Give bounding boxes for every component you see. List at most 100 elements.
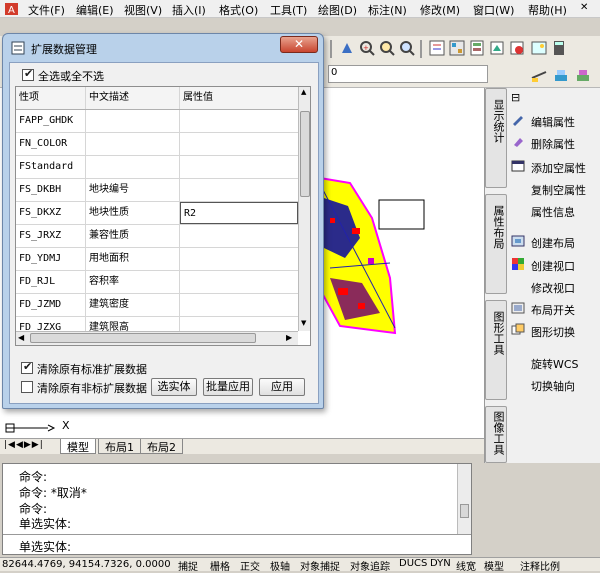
row-value[interactable] bbox=[180, 133, 298, 155]
dialog-title: 扩展数据管理 bbox=[31, 43, 97, 56]
clear-standard-checkbox[interactable]: ✔ bbox=[21, 360, 33, 374]
panel-collapse-icon[interactable]: ⊟ bbox=[511, 91, 520, 104]
column-header-key[interactable]: 性项 bbox=[16, 87, 86, 109]
table-row[interactable]: FD_JZMD 建筑密度 bbox=[16, 294, 298, 317]
command-scrollbar[interactable] bbox=[457, 464, 471, 534]
eraser-icon bbox=[514, 138, 523, 147]
grid-header-row: 性项 中文描述 属性值 bbox=[16, 87, 298, 110]
app-icon[interactable]: A bbox=[4, 2, 19, 16]
tab-model[interactable]: 模型 bbox=[60, 439, 96, 454]
status-dyn[interactable]: DYN bbox=[430, 558, 451, 569]
mdi-close-icon[interactable]: ✕ bbox=[580, 2, 588, 13]
table-row[interactable]: FD_YDMJ 用地面积 bbox=[16, 248, 298, 271]
row-value[interactable] bbox=[180, 225, 298, 247]
menu-insert[interactable]: 插入(I) bbox=[172, 2, 206, 18]
menu-bar: A 文件(F) 编辑(E) 视图(V) 插入(I) 格式(O) 工具(T) 绘图… bbox=[0, 0, 600, 18]
tab-nav-arrows-icon[interactable]: |◀◀▶▶| bbox=[4, 440, 44, 450]
table-row[interactable]: FStandard bbox=[16, 156, 298, 179]
zoom-previous-icon[interactable] bbox=[398, 39, 416, 57]
batch-apply-button[interactable]: 批量应用 bbox=[203, 378, 253, 396]
design-center-icon[interactable] bbox=[448, 39, 466, 57]
ucs-icon bbox=[5, 423, 56, 433]
attribute-grid[interactable]: 性项 中文描述 属性值 FAPP_GHDK FN_COLOR FStandard… bbox=[15, 86, 311, 346]
menu-help[interactable]: 帮助(H) bbox=[528, 2, 567, 18]
sheet-set-icon[interactable] bbox=[488, 39, 506, 57]
row-key: FD_JZMD bbox=[16, 294, 86, 316]
dropdown-arrow-icon: 0 bbox=[331, 67, 338, 78]
row-value[interactable] bbox=[180, 248, 298, 270]
extended-data-dialog: 扩展数据管理 ✕ ✔ 全选或全不选 性项 中文描述 属性值 FAPP_GHDK … bbox=[2, 33, 324, 409]
grid-horizontal-scrollbar[interactable]: ◀ ▶ bbox=[16, 331, 298, 345]
row-description: 兼容性质 bbox=[86, 225, 180, 247]
properties-icon[interactable] bbox=[428, 39, 446, 57]
table-row[interactable]: FS_JRXZ 兼容性质 bbox=[16, 225, 298, 248]
tab-layout1[interactable]: 布局1 bbox=[98, 439, 141, 454]
clear-nonstandard-checkbox[interactable] bbox=[21, 381, 33, 393]
tool-palettes-icon[interactable] bbox=[468, 39, 486, 57]
scroll-left-icon[interactable]: ◀ bbox=[18, 333, 24, 342]
layer-previous-icon[interactable] bbox=[552, 66, 570, 84]
scroll-down-icon[interactable]: ▼ bbox=[301, 319, 306, 327]
grid-vertical-scrollbar[interactable]: ▲ ▼ bbox=[298, 87, 310, 331]
command-window[interactable]: 命令: 命令: *取消* 命令: 单选实体: 单选实体: bbox=[2, 463, 472, 555]
dialog-titlebar[interactable]: 扩展数据管理 ✕ bbox=[3, 34, 323, 60]
selection-box bbox=[378, 199, 425, 230]
layer-states-icon[interactable] bbox=[574, 66, 592, 84]
menu-modify[interactable]: 修改(M) bbox=[420, 2, 460, 18]
command-history-line: 命令: bbox=[19, 470, 48, 484]
table-row[interactable]: FD_RJL 容积率 bbox=[16, 271, 298, 294]
menu-view[interactable]: 视图(V) bbox=[124, 2, 162, 18]
menu-file[interactable]: 文件(F) bbox=[28, 2, 65, 18]
command-prompt[interactable]: 单选实体: bbox=[19, 538, 71, 555]
row-value[interactable] bbox=[180, 156, 298, 178]
pan-icon[interactable] bbox=[338, 39, 356, 57]
image-icon[interactable] bbox=[530, 39, 548, 57]
zoom-realtime-icon[interactable]: + bbox=[358, 39, 376, 57]
table-row[interactable]: FS_DKBH 地块编号 bbox=[16, 179, 298, 202]
layout-switch-icon bbox=[511, 302, 525, 314]
scroll-right-icon[interactable]: ▶ bbox=[286, 333, 292, 342]
markup-icon[interactable] bbox=[508, 39, 526, 57]
separator bbox=[3, 534, 471, 535]
apply-button[interactable]: 应用 bbox=[259, 378, 305, 396]
calculator-icon[interactable] bbox=[550, 39, 568, 57]
row-value[interactable] bbox=[180, 271, 298, 293]
table-row[interactable]: FS_DKXZ 地块性质 R2 bbox=[16, 202, 298, 225]
zoom-window-icon[interactable] bbox=[378, 39, 396, 57]
menu-window[interactable]: 窗口(W) bbox=[473, 2, 514, 18]
menu-edit[interactable]: 编辑(E) bbox=[76, 2, 114, 18]
scrollbar-thumb[interactable] bbox=[30, 333, 256, 343]
tab-attribute-layout[interactable]: 属性布局 bbox=[485, 194, 507, 294]
scrollbar-thumb[interactable] bbox=[460, 504, 469, 518]
menu-dimension[interactable]: 标注(N) bbox=[368, 2, 407, 18]
row-key: FN_COLOR bbox=[16, 133, 86, 155]
row-key: FS_JRXZ bbox=[16, 225, 86, 247]
dialog-close-button[interactable]: ✕ bbox=[280, 36, 318, 53]
table-row[interactable]: FAPP_GHDK bbox=[16, 110, 298, 133]
status-ducs[interactable]: DUCS bbox=[399, 558, 427, 569]
coordinate-readout: 82644.4769, 94154.7326, 0.0000 bbox=[2, 559, 171, 570]
layer-match-icon[interactable] bbox=[530, 66, 548, 84]
menu-draw[interactable]: 绘图(D) bbox=[318, 2, 357, 18]
row-key: FS_DKBH bbox=[16, 179, 86, 201]
tab-graphic-tools[interactable]: 图形工具 bbox=[485, 300, 507, 400]
layer-dropdown[interactable]: 0 bbox=[328, 65, 488, 83]
row-value[interactable] bbox=[180, 294, 298, 316]
row-value[interactable] bbox=[180, 179, 298, 201]
row-value[interactable] bbox=[180, 110, 298, 132]
menu-tools[interactable]: 工具(T) bbox=[270, 2, 307, 18]
column-header-description[interactable]: 中文描述 bbox=[86, 87, 180, 109]
select-all-checkbox[interactable]: ✔ bbox=[22, 67, 34, 81]
viewport-icon bbox=[512, 258, 524, 270]
tab-layout2[interactable]: 布局2 bbox=[140, 439, 183, 454]
row-key: FAPP_GHDK bbox=[16, 110, 86, 132]
scrollbar-thumb[interactable] bbox=[300, 111, 310, 197]
scroll-up-icon[interactable]: ▲ bbox=[301, 88, 306, 96]
tab-display-statistics[interactable]: 显示统计 bbox=[485, 88, 507, 188]
table-row[interactable]: FN_COLOR bbox=[16, 133, 298, 156]
row-value-editor[interactable]: R2 bbox=[180, 202, 298, 224]
select-entity-button[interactable]: 选实体 bbox=[151, 378, 197, 396]
menu-format[interactable]: 格式(O) bbox=[219, 2, 258, 18]
tab-image-tools[interactable]: 图像工具 bbox=[485, 406, 507, 463]
column-header-value[interactable]: 属性值 bbox=[180, 87, 298, 109]
